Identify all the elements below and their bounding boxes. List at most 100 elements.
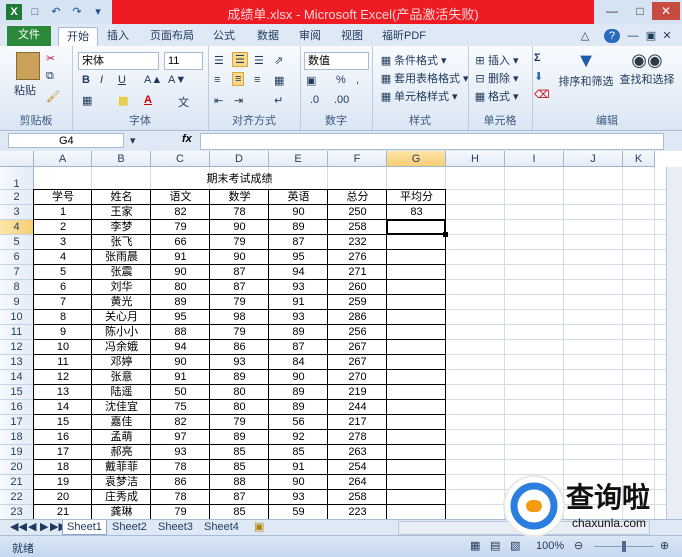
- column-header-j[interactable]: J: [564, 151, 623, 167]
- table-cell[interactable]: 85: [269, 445, 328, 460]
- table-cell[interactable]: 95: [151, 310, 210, 325]
- column-header-k[interactable]: K: [623, 151, 655, 167]
- copy-icon[interactable]: ⧉: [46, 70, 54, 83]
- table-cell[interactable]: 78: [151, 460, 210, 475]
- table-cell[interactable]: [387, 280, 446, 295]
- table-cell[interactable]: 2: [34, 220, 92, 235]
- row-header[interactable]: 10: [0, 310, 34, 325]
- table-cell[interactable]: 9: [34, 325, 92, 340]
- table-title[interactable]: 期末考试成绩: [34, 171, 445, 188]
- table-cell[interactable]: 267: [328, 340, 387, 355]
- sheet-tab-sheet3[interactable]: Sheet3: [154, 520, 197, 534]
- undo-icon[interactable]: ↶: [48, 4, 64, 20]
- column-header-b[interactable]: B: [92, 151, 151, 167]
- table-cell[interactable]: 78: [210, 205, 269, 220]
- table-cell[interactable]: 11: [34, 355, 92, 370]
- table-cell[interactable]: 244: [328, 400, 387, 415]
- wrap-text-icon[interactable]: ↵: [274, 94, 283, 107]
- table-cell[interactable]: 93: [151, 445, 210, 460]
- table-cell[interactable]: 张震: [92, 265, 151, 280]
- table-cell[interactable]: 89: [210, 370, 269, 385]
- minimize-ribbon-icon[interactable]: △: [578, 27, 592, 46]
- clear-icon[interactable]: ⌫: [534, 88, 550, 101]
- row-header[interactable]: 15: [0, 385, 34, 400]
- table-cell[interactable]: 82: [151, 415, 210, 430]
- phonetic-icon[interactable]: 文: [178, 94, 189, 110]
- table-cell[interactable]: 93: [269, 280, 328, 295]
- table-cell[interactable]: 256: [328, 325, 387, 340]
- table-cell[interactable]: 90: [151, 265, 210, 280]
- table-cell[interactable]: 孟萌: [92, 430, 151, 445]
- table-cell[interactable]: 278: [328, 430, 387, 445]
- table-cell[interactable]: 50: [151, 385, 210, 400]
- table-cell[interactable]: [387, 400, 446, 415]
- excel-logo-icon[interactable]: X: [6, 4, 22, 20]
- percent-button[interactable]: %: [336, 74, 346, 86]
- tab-data[interactable]: 数据: [250, 27, 286, 46]
- table-cell[interactable]: 97: [151, 430, 210, 445]
- table-cell[interactable]: 张飞: [92, 235, 151, 250]
- name-box[interactable]: G4: [8, 133, 124, 148]
- table-cell[interactable]: 邓婷: [92, 355, 151, 370]
- align-right-icon[interactable]: ≡: [254, 74, 260, 86]
- redo-icon[interactable]: ↷: [69, 4, 85, 20]
- increase-decimal-icon[interactable]: .0: [310, 94, 319, 106]
- find-select-button[interactable]: ◉◉ 查找和选择: [616, 50, 678, 87]
- table-cell[interactable]: 270: [328, 370, 387, 385]
- table-cell[interactable]: 88: [210, 475, 269, 490]
- header-cell[interactable]: 姓名: [92, 190, 151, 205]
- insert-cells-button[interactable]: ⊞ 插入 ▾: [472, 52, 518, 69]
- table-cell[interactable]: [387, 415, 446, 430]
- table-cell[interactable]: 15: [34, 415, 92, 430]
- table-cell[interactable]: 89: [210, 430, 269, 445]
- table-cell[interactable]: 89: [269, 385, 328, 400]
- column-header-d[interactable]: D: [210, 151, 269, 167]
- italic-button[interactable]: I: [100, 74, 103, 86]
- table-cell[interactable]: [387, 295, 446, 310]
- table-cell[interactable]: 267: [328, 355, 387, 370]
- cut-icon[interactable]: ✂: [46, 52, 55, 65]
- insert-function-button[interactable]: fx: [182, 133, 192, 145]
- table-cell[interactable]: 79: [210, 235, 269, 250]
- table-cell[interactable]: [387, 445, 446, 460]
- orientation-icon[interactable]: ⇗: [274, 54, 283, 67]
- row-header[interactable]: 7: [0, 265, 34, 280]
- table-cell[interactable]: [387, 250, 446, 265]
- maximize-button[interactable]: □: [626, 2, 654, 20]
- table-cell[interactable]: 89: [151, 295, 210, 310]
- row-header[interactable]: 22: [0, 490, 34, 505]
- column-header-c[interactable]: C: [151, 151, 210, 167]
- help-icon[interactable]: ?: [604, 29, 620, 43]
- header-cell[interactable]: 平均分: [387, 190, 446, 205]
- table-cell[interactable]: 20: [34, 490, 92, 505]
- customize-qat-icon[interactable]: ▾: [90, 4, 106, 20]
- table-cell[interactable]: 10: [34, 340, 92, 355]
- table-cell[interactable]: 陆遥: [92, 385, 151, 400]
- row-header[interactable]: 18: [0, 430, 34, 445]
- table-cell[interactable]: 271: [328, 265, 387, 280]
- table-cell[interactable]: 陈小小: [92, 325, 151, 340]
- row-header[interactable]: 11: [0, 325, 34, 340]
- table-cell[interactable]: 93: [210, 355, 269, 370]
- table-cell[interactable]: 16: [34, 430, 92, 445]
- table-cell[interactable]: 1: [34, 205, 92, 220]
- table-cell[interactable]: 张雨晨: [92, 250, 151, 265]
- table-cell[interactable]: 263: [328, 445, 387, 460]
- vertical-scrollbar[interactable]: [666, 167, 682, 519]
- table-cell[interactable]: [387, 460, 446, 475]
- table-cell[interactable]: [387, 385, 446, 400]
- table-cell[interactable]: 90: [151, 355, 210, 370]
- table-cell[interactable]: [387, 505, 446, 519]
- row-header[interactable]: 8: [0, 280, 34, 295]
- format-cells-button[interactable]: ▦ 格式 ▾: [472, 88, 519, 105]
- table-cell[interactable]: 260: [328, 280, 387, 295]
- delete-cells-button[interactable]: ⊟ 删除 ▾: [472, 70, 518, 87]
- formula-input[interactable]: [200, 133, 664, 150]
- table-cell[interactable]: 59: [269, 505, 328, 519]
- font-size-combo[interactable]: 11: [164, 52, 203, 70]
- font-color-button[interactable]: A: [144, 94, 152, 106]
- header-cell[interactable]: 英语: [269, 190, 328, 205]
- column-header-e[interactable]: E: [269, 151, 328, 167]
- header-cell[interactable]: 总分: [328, 190, 387, 205]
- table-cell[interactable]: 7: [34, 295, 92, 310]
